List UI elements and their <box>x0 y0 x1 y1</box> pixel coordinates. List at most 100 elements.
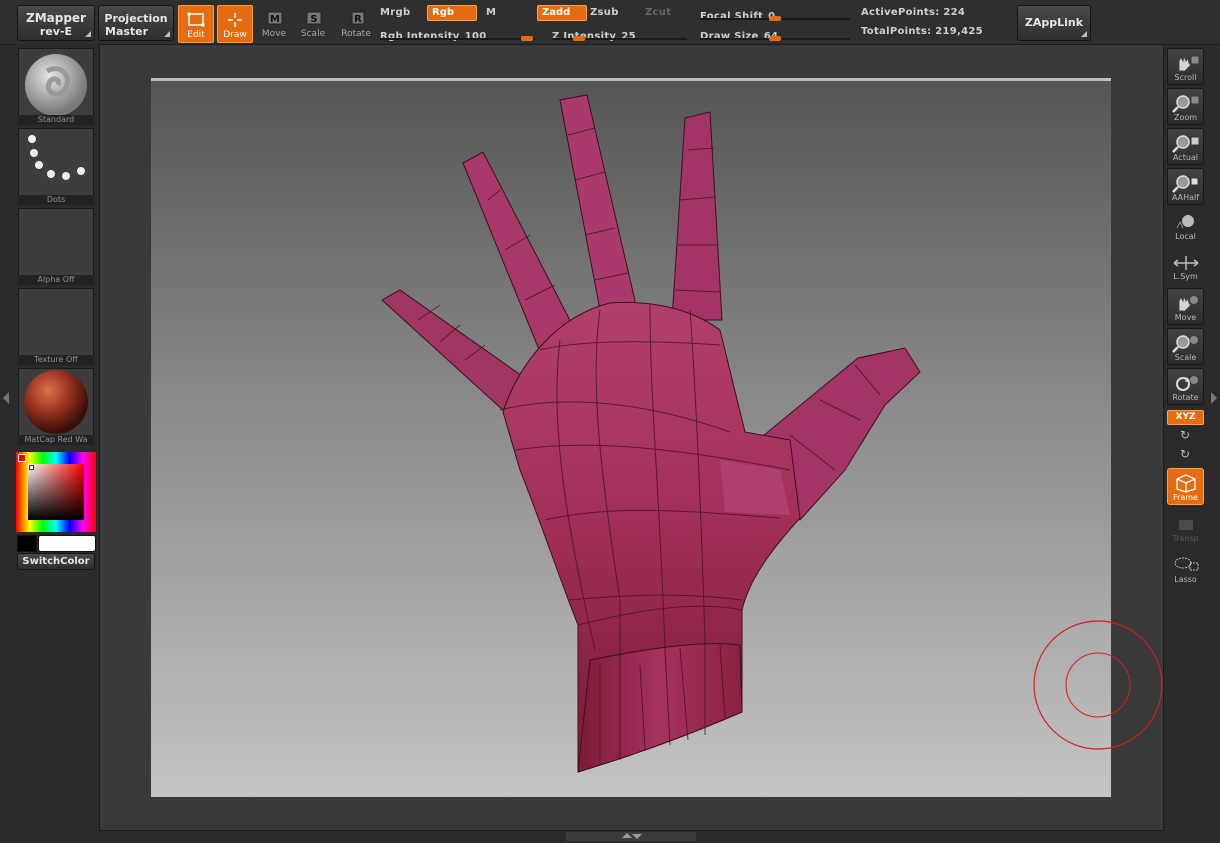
scale-view-label: Scale <box>1174 353 1197 362</box>
frame-label: Frame <box>1173 493 1198 502</box>
zoom-button[interactable]: Zoom <box>1167 88 1204 125</box>
switch-color-button[interactable]: SwitchColor <box>17 553 95 570</box>
main-color-swatch[interactable] <box>17 535 37 552</box>
stroke-label: Dots <box>18 195 94 205</box>
svg-text:S: S <box>310 14 317 25</box>
rgb-intensity-label: Rgb Intensity <box>380 31 460 42</box>
edit-label: Edit <box>187 30 205 40</box>
focal-shift-label: Focal Shift <box>700 11 764 22</box>
color-picker-square[interactable] <box>28 464 84 520</box>
xyz-label: XYZ <box>1175 412 1196 422</box>
move-icon: M <box>267 11 283 25</box>
z-intensity-slider[interactable]: Z Intensity 25 <box>552 24 687 42</box>
zapplink-label: ZAppLink <box>1024 16 1084 29</box>
zcut-toggle[interactable]: Zcut <box>645 7 671 18</box>
zmapper-title: ZMapper <box>26 11 86 25</box>
scroll-label: Scroll <box>1174 73 1197 82</box>
actual-icon <box>1171 135 1199 153</box>
alpha-thumbnail[interactable] <box>18 208 94 284</box>
zoom-label: Zoom <box>1173 113 1198 122</box>
right-tray-arrow-icon[interactable] <box>1211 392 1217 404</box>
draw-button[interactable]: Draw <box>217 5 253 43</box>
projection-line1: Projection <box>104 12 168 25</box>
texture-label: Texture Off <box>18 355 94 365</box>
m-toggle[interactable]: M <box>486 7 496 18</box>
draw-icon <box>228 13 242 27</box>
mrgb-toggle[interactable]: Mrgb <box>380 7 410 18</box>
stroke-thumbnail[interactable] <box>18 128 94 204</box>
rotate-view-label: Rotate <box>1172 393 1199 402</box>
svg-text:R: R <box>354 14 362 25</box>
projection-master-button[interactable]: Projection Master <box>98 5 174 41</box>
document-canvas[interactable] <box>151 81 1111 797</box>
move-view-button[interactable]: Move <box>1167 288 1204 325</box>
hand-model[interactable] <box>151 81 1111 797</box>
draw-size-slider[interactable]: Draw Size 64 <box>700 24 850 42</box>
edit-button[interactable]: Edit <box>178 5 214 43</box>
brush-cursor-icon <box>1033 620 1163 750</box>
local-label: Local <box>1175 232 1196 241</box>
color-picker-selector[interactable] <box>18 454 26 462</box>
color-square-selector[interactable] <box>29 465 34 470</box>
z-intensity-knob[interactable] <box>573 36 585 41</box>
rgb-intensity-knob[interactable] <box>521 36 533 41</box>
lasso-label: Lasso <box>1174 575 1197 584</box>
scroll-button[interactable]: Scroll <box>1167 48 1204 85</box>
zadd-toggle[interactable]: Zadd <box>537 5 587 21</box>
lsym-icon <box>1173 256 1198 270</box>
texture-thumbnail[interactable] <box>18 288 94 364</box>
bottom-arrow-down-icon <box>632 834 642 839</box>
aahalf-button[interactable]: AAHalf <box>1167 168 1204 205</box>
scale-view-icon <box>1171 335 1198 353</box>
color-picker[interactable] <box>16 452 96 532</box>
local-button[interactable]: Local <box>1167 208 1204 245</box>
focal-shift-knob[interactable] <box>769 16 781 21</box>
aahalf-icon <box>1171 175 1198 193</box>
active-points-value: 224 <box>943 7 966 18</box>
focal-shift-slider[interactable]: Focal Shift 0 <box>700 4 850 22</box>
draw-label: Draw <box>223 30 247 40</box>
draw-size-knob[interactable] <box>769 36 781 41</box>
total-points-label: TotalPoints: <box>861 26 932 37</box>
rgb-intensity-slider[interactable]: Rgb Intensity 100 <box>380 24 535 42</box>
scale-icon: S <box>306 11 322 25</box>
xyz-toggle[interactable]: XYZ <box>1167 410 1204 425</box>
rotate-label: Rotate <box>341 29 371 39</box>
transp-button[interactable]: Transp <box>1167 510 1204 547</box>
actual-button[interactable]: Actual <box>1167 128 1204 165</box>
left-tray-arrow-icon[interactable] <box>3 392 9 404</box>
standard-brush-icon <box>25 54 87 116</box>
zmapper-button[interactable]: ZMapper rev-E <box>17 5 95 41</box>
zapplink-button[interactable]: ZAppLink <box>1017 5 1091 41</box>
rotate-z-icon[interactable]: ↻ <box>1180 447 1190 461</box>
scale-button[interactable]: S Scale <box>295 5 331 43</box>
move-label: Move <box>261 29 287 39</box>
draw-size-label: Draw Size <box>700 31 759 42</box>
rgb-intensity-value: 100 <box>464 31 487 42</box>
scale-view-button[interactable]: Scale <box>1167 328 1204 365</box>
total-points: TotalPoints: 219,425 <box>861 26 983 37</box>
rotate-view-button[interactable]: Rotate <box>1167 368 1204 405</box>
rotate-button[interactable]: R Rotate <box>337 5 375 43</box>
rotate-y-icon[interactable]: ↻ <box>1180 428 1190 442</box>
lasso-button[interactable]: Lasso <box>1167 551 1204 588</box>
frame-icon <box>1175 474 1196 493</box>
secondary-color-swatch[interactable] <box>38 535 96 552</box>
active-points-label: ActivePoints: <box>861 7 940 18</box>
material-label: MatCap Red Wa <box>18 435 94 445</box>
bottom-tray-handle[interactable] <box>566 832 696 841</box>
rgb-intensity-track <box>380 38 535 40</box>
transp-label: Transp <box>1172 534 1199 543</box>
edit-icon <box>187 12 205 27</box>
rgb-toggle[interactable]: Rgb <box>427 5 477 21</box>
brush-label: Standard <box>18 115 94 125</box>
rotate-view-icon <box>1175 376 1198 391</box>
local-icon <box>1176 215 1194 229</box>
move-button[interactable]: M Move <box>256 5 292 43</box>
brush-thumbnail[interactable] <box>18 48 94 124</box>
zsub-toggle[interactable]: Zsub <box>590 7 619 18</box>
frame-button[interactable]: Frame <box>1167 468 1204 505</box>
move-view-label: Move <box>1174 313 1197 322</box>
material-thumbnail[interactable] <box>18 368 94 444</box>
lsym-button[interactable]: L.Sym <box>1167 248 1204 285</box>
